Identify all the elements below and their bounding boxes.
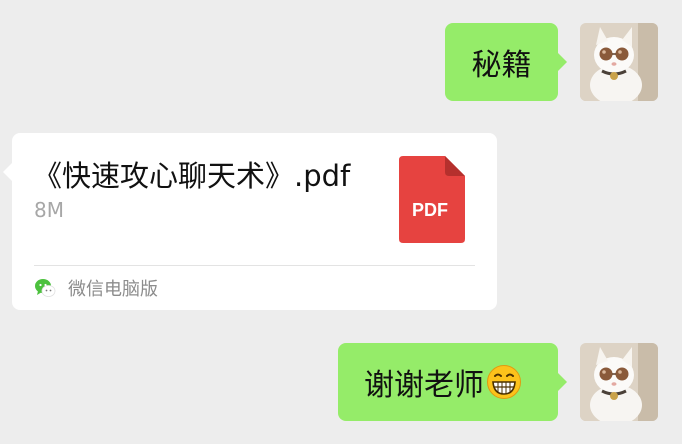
- file-message-card[interactable]: 《快速攻心聊天术》.pdf 8M PDF 微信电脑版: [3, 133, 497, 310]
- file-source: 微信电脑版: [34, 275, 158, 301]
- source-label: 微信电脑版: [68, 279, 158, 300]
- pdf-file-icon: PDF: [399, 156, 465, 243]
- message-text: 谢谢老师: [364, 368, 484, 403]
- grinning-face-emoji: [487, 365, 521, 399]
- wechat-icon: [35, 279, 56, 297]
- card-divider: [34, 265, 475, 266]
- message-text: 秘籍: [471, 48, 532, 83]
- sent-message-bubble[interactable]: 谢谢老师: [338, 343, 567, 421]
- file-name: 《快速攻心聊天术》.pdf: [33, 159, 351, 193]
- pdf-icon-label: PDF: [412, 200, 448, 220]
- cat-avatar-icon[interactable]: [580, 343, 658, 421]
- cat-avatar-icon[interactable]: [580, 23, 658, 101]
- file-size: 8M: [34, 198, 64, 222]
- sent-message-bubble[interactable]: 秘籍: [445, 23, 567, 101]
